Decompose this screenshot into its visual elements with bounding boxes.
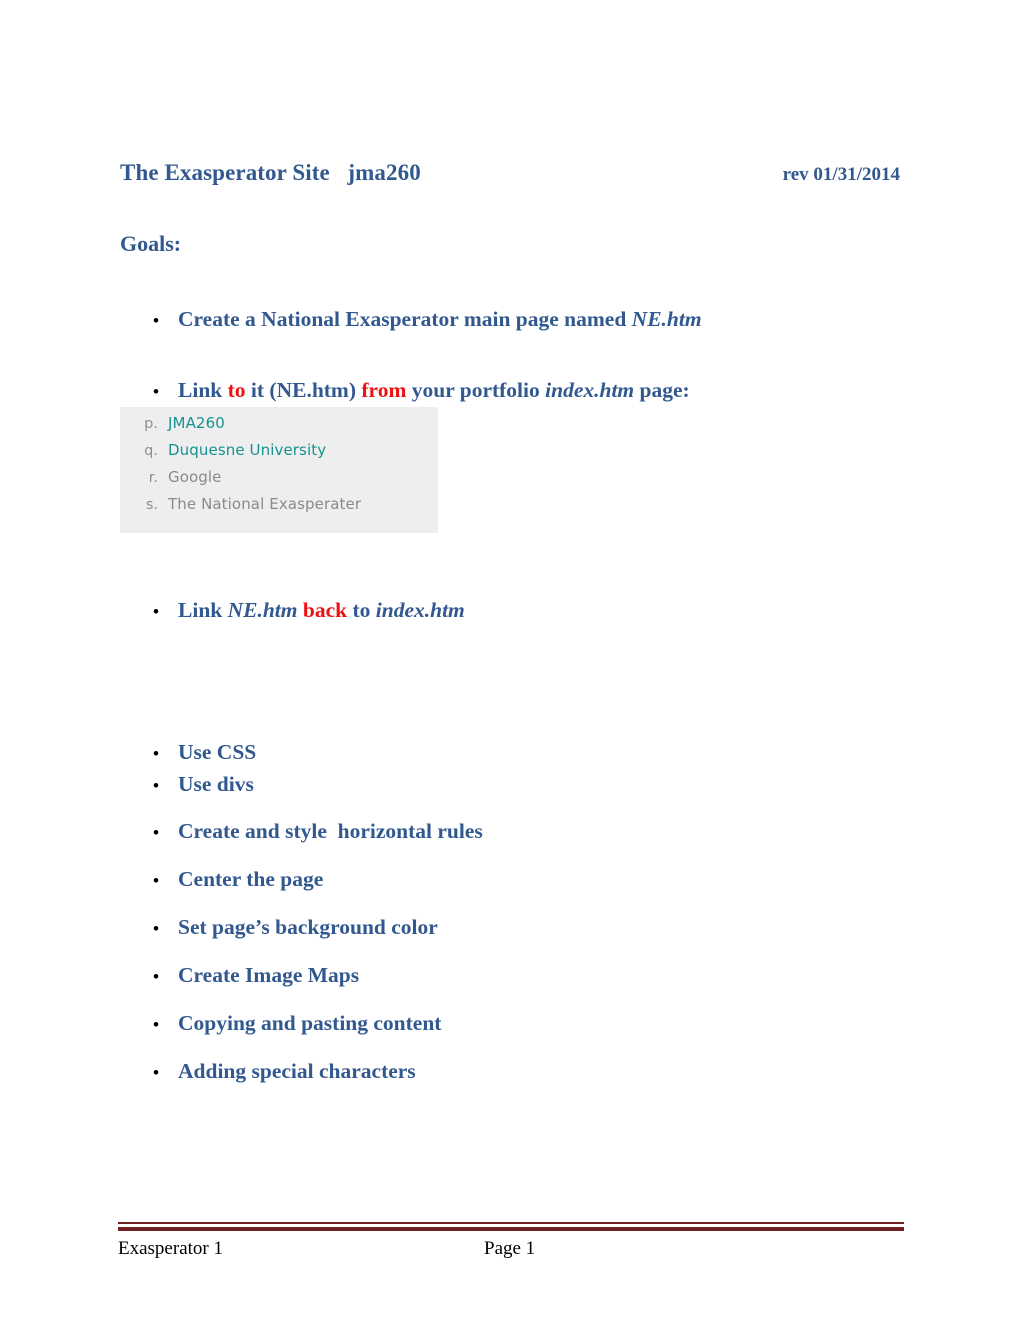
bullet-marker: • [153,919,159,938]
link-jma260[interactable]: JMA260 [168,414,438,432]
list-marker: r. [148,470,158,486]
list-item: • Use CSS [120,740,920,765]
embedded-screenshot-portfolio-list: p. JMA260 q. Duquesne University r. Goog… [120,407,438,533]
link-google[interactable]: Google [168,468,438,486]
list-item-label: Create a National Exasperator main page … [178,307,702,331]
list-item-label: Link to it (NE.htm) from your portfolio … [178,378,690,402]
bullet-marker: • [153,311,159,330]
footer-divider-thick-line [118,1227,904,1231]
list-item-label: Copying and pasting content [178,1011,442,1035]
list-item: • Link NE.htm back to index.htm [120,598,920,623]
bullet-marker: • [153,1015,159,1034]
document-page: The Exasperator Site jma260 rev 01/31/20… [0,0,1020,1320]
ordered-list: p. JMA260 q. Duquesne University r. Goog… [120,414,438,522]
footer-divider-thin-line [118,1222,904,1224]
bullet-marker: • [153,382,159,401]
list-item: • Create a National Exasperator main pag… [120,307,920,332]
bullet-marker: • [153,871,159,890]
list-item: s. The National Exasperater [120,495,438,522]
list-item: • Set page’s background color [120,915,920,940]
list-item-label: Link NE.htm back to index.htm [178,598,465,622]
list-item-label: Use divs [178,772,254,796]
list-item-label: Create and style horizontal rules [178,819,483,843]
bullet-marker: • [153,1063,159,1082]
list-item-label: Center the page [178,867,324,891]
page-footer: Exasperator 1 Page 1 [118,1238,904,1264]
list-marker: q. [144,443,158,459]
list-marker: s. [145,497,158,513]
list-item: • Link to it (NE.htm) from your portfoli… [120,378,920,403]
bullet-marker: • [153,823,159,842]
link-national-exasperater[interactable]: The National Exasperater [168,495,438,513]
list-item: • Copying and pasting content [120,1011,920,1036]
revision-date: rev 01/31/2014 [782,164,900,185]
list-item: • Create Image Maps [120,963,920,988]
list-marker: p. [144,416,158,432]
link-duquesne-university[interactable]: Duquesne University [168,441,438,459]
document-header: The Exasperator Site jma260 rev 01/31/20… [120,160,902,186]
list-item-label: Set page’s background color [178,915,438,939]
list-item: • Create and style horizontal rules [120,819,920,844]
list-item-label: Create Image Maps [178,963,360,987]
bullet-marker: • [153,967,159,986]
list-item-label: Use CSS [178,740,257,764]
list-item: • Use divs [120,772,920,797]
bullet-marker: • [153,744,159,763]
footer-page-number: Page 1 [484,1238,536,1259]
list-item-label: Adding special characters [178,1059,416,1083]
bullet-marker: • [153,602,159,621]
list-item: q. Duquesne University [120,441,438,468]
list-item: p. JMA260 [120,414,438,441]
footer-divider [118,1222,904,1231]
page-title: The Exasperator Site jma260 [120,160,421,185]
list-item: • Adding special characters [120,1059,920,1084]
list-item: • Center the page [120,867,920,892]
bullet-marker: • [153,776,159,795]
section-heading-goals: Goals: [120,231,182,256]
footer-document-name: Exasperator 1 [118,1238,223,1259]
list-item: r. Google [120,468,438,495]
